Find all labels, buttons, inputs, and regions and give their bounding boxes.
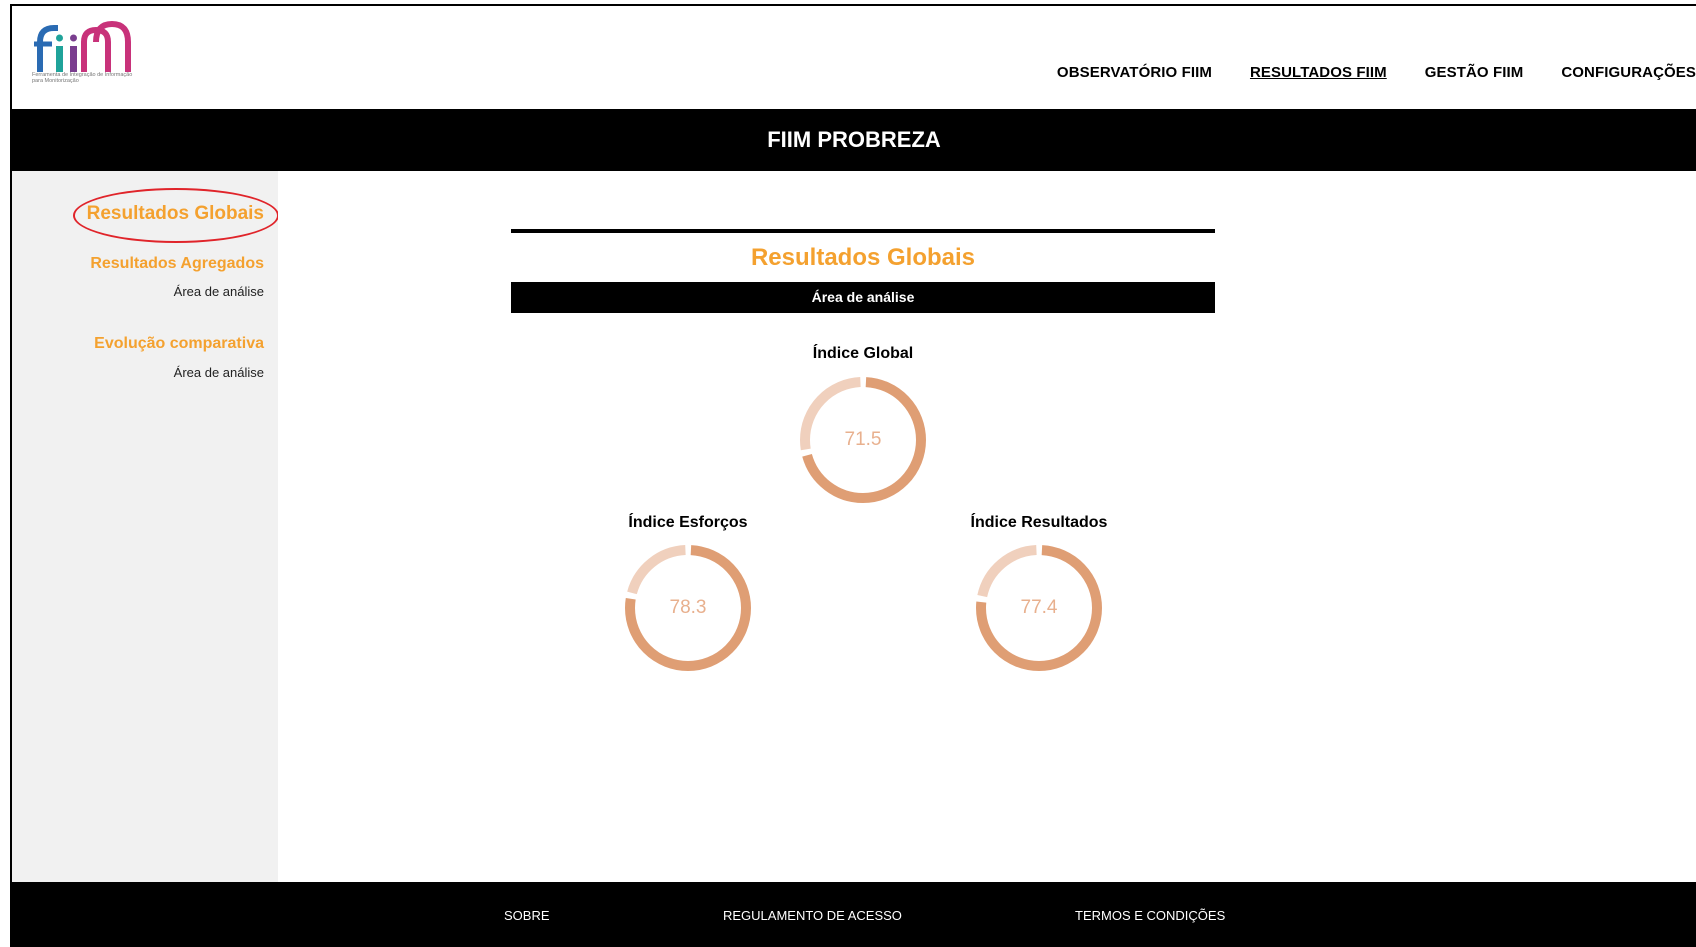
logo-subtitle: Ferramenta de Integração de Informação p… <box>32 72 133 84</box>
footer: SOBRE REGULAMENTO DE ACESSO TERMOS E CON… <box>12 882 1696 947</box>
nav-observatorio[interactable]: OBSERVATÓRIO FIIM <box>1057 64 1212 81</box>
gauge-esforcos-value: 78.3 <box>669 597 707 618</box>
sidebar-item-area-analise-agregados[interactable]: Área de análise <box>174 284 264 299</box>
sidebar-item-resultados-globais[interactable]: Resultados Globais <box>87 203 264 225</box>
gauge-esforcos[interactable]: 78.3 <box>621 541 755 675</box>
page-banner: FIIM PROBREZA <box>12 109 1696 171</box>
gauge-label-esforcos: Índice Esforços <box>628 514 748 531</box>
footer-link-regulamento[interactable]: REGULAMENTO DE ACESSO <box>723 908 902 923</box>
sidebar-item-area-analise-evolucao[interactable]: Área de análise <box>174 365 264 380</box>
main-content: Resultados Globais Área de análise Índic… <box>278 171 1696 882</box>
top-navigation: OBSERVATÓRIO FIIM RESULTADOS FIIM GESTÃO… <box>1057 64 1696 81</box>
fiim-logo-mark <box>34 20 131 72</box>
area-analise-bar[interactable]: Área de análise <box>511 282 1215 313</box>
gauge-label-resultados: Índice Resultados <box>970 514 1108 531</box>
header: Ferramenta de Integração de Informação p… <box>12 6 1696 109</box>
sidebar: Resultados Globais Resultados Agregados … <box>12 171 279 882</box>
footer-link-sobre[interactable]: SOBRE <box>504 908 550 923</box>
gauge-global[interactable]: 71.5 <box>796 373 930 507</box>
sidebar-item-evolucao-comparativa[interactable]: Evolução comparativa <box>94 335 264 353</box>
app-frame: Ferramenta de Integração de Informação p… <box>10 4 1696 947</box>
nav-resultados[interactable]: RESULTADOS FIIM <box>1250 64 1387 81</box>
sidebar-item-resultados-agregados[interactable]: Resultados Agregados <box>90 255 264 273</box>
gauge-global-value: 71.5 <box>844 429 882 450</box>
footer-link-termos[interactable]: TERMOS E CONDIÇÕES <box>1075 908 1225 923</box>
gauge-resultados[interactable]: 77.4 <box>972 541 1106 675</box>
gauge-resultados-value: 77.4 <box>1020 597 1058 618</box>
fiim-logo[interactable]: Ferramenta de Integração de Informação p… <box>32 20 142 100</box>
section-title: Resultados Globais <box>750 244 976 271</box>
nav-configuracoes[interactable]: CONFIGURAÇÕES <box>1561 64 1696 81</box>
title-rule <box>511 229 1215 233</box>
gauge-label-global: Índice Global <box>812 345 914 362</box>
nav-gestao[interactable]: GESTÃO FIIM <box>1425 64 1524 81</box>
